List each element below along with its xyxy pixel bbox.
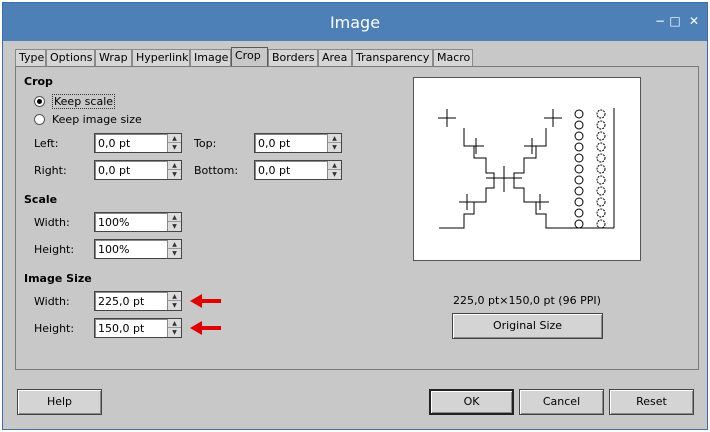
image-width-field[interactable]: 225,0 pt ▲ ▼ — [94, 291, 182, 311]
bottom-crop-value: 0,0 pt — [258, 164, 291, 177]
left-crop-value: 0,0 pt — [98, 137, 131, 150]
scale-width-field[interactable]: 100% ▲ ▼ — [94, 212, 182, 232]
spin-down-icon[interactable]: ▼ — [168, 301, 181, 310]
cancel-button[interactable]: Cancel — [519, 389, 604, 415]
right-crop-stepper[interactable]: ▲ ▼ — [167, 161, 181, 179]
tab-area[interactable]: Area — [318, 49, 352, 67]
tab-image[interactable]: Image — [190, 49, 231, 67]
keep-image-size-radio[interactable] — [34, 114, 45, 125]
right-crop-value: 0,0 pt — [98, 164, 131, 177]
image-height-field[interactable]: 150,0 pt ▲ ▼ — [94, 318, 182, 338]
bottom-crop-field[interactable]: 0,0 pt ▲ ▼ — [254, 160, 342, 180]
tab-options[interactable]: Options — [46, 49, 95, 67]
maximize-icon[interactable]: □ — [668, 14, 682, 28]
original-size-button[interactable]: Original Size — [452, 313, 603, 339]
spin-up-icon[interactable]: ▲ — [168, 213, 181, 222]
scale-height-stepper[interactable]: ▲ ▼ — [167, 240, 181, 258]
tab-crop[interactable]: Crop — [231, 47, 268, 68]
image-height-stepper[interactable]: ▲ ▼ — [167, 319, 181, 337]
left-crop-field[interactable]: 0,0 pt ▲ ▼ — [94, 133, 182, 153]
spin-up-icon[interactable]: ▲ — [168, 240, 181, 249]
scale-height-value: 100% — [98, 243, 130, 256]
image-width-stepper[interactable]: ▲ ▼ — [167, 292, 181, 310]
reset-button[interactable]: Reset — [609, 389, 694, 415]
spin-up-icon[interactable]: ▲ — [168, 292, 181, 301]
spin-down-icon[interactable]: ▼ — [328, 143, 341, 152]
keep-image-size-label[interactable]: Keep image size — [52, 113, 142, 126]
keep-scale-radio[interactable] — [34, 96, 45, 107]
preview-graphic — [438, 108, 615, 229]
tab-hyperlink[interactable]: Hyperlink — [132, 49, 190, 67]
window-title: Image — [329, 13, 381, 32]
spin-up-icon[interactable]: ▲ — [328, 161, 341, 170]
image-preview — [413, 77, 641, 261]
keep-scale-label[interactable]: Keep scale — [52, 94, 116, 109]
right-label: Right: — [34, 164, 67, 177]
image-height-value: 150,0 pt — [98, 322, 145, 335]
title-bar[interactable]: Image − □ ✕ — [3, 3, 707, 41]
spin-down-icon[interactable]: ▼ — [328, 170, 341, 179]
spin-down-icon[interactable]: ▼ — [168, 143, 181, 152]
tab-macro[interactable]: Macro — [433, 49, 473, 67]
help-button[interactable]: Help — [17, 389, 102, 415]
bottom-label: Bottom: — [194, 164, 239, 177]
original-size-text: 225,0 pt×150,0 pt (96 PPI) — [453, 294, 601, 307]
tab-borders[interactable]: Borders — [268, 49, 318, 67]
spin-down-icon[interactable]: ▼ — [168, 249, 181, 258]
top-crop-stepper[interactable]: ▲ ▼ — [327, 134, 341, 152]
spin-down-icon[interactable]: ▼ — [168, 328, 181, 337]
close-icon[interactable]: ✕ — [687, 14, 701, 28]
spin-up-icon[interactable]: ▲ — [168, 134, 181, 143]
right-crop-field[interactable]: 0,0 pt ▲ ▼ — [94, 160, 182, 180]
crop-panel: Crop Keep scale Keep image size Left: 0,… — [15, 66, 699, 370]
ok-button[interactable]: OK — [429, 389, 514, 415]
scale-heading: Scale — [24, 193, 58, 206]
left-crop-stepper[interactable]: ▲ ▼ — [167, 134, 181, 152]
scale-width-stepper[interactable]: ▲ ▼ — [167, 213, 181, 231]
tab-wrap[interactable]: Wrap — [95, 49, 132, 67]
top-crop-field[interactable]: 0,0 pt ▲ ▼ — [254, 133, 342, 153]
spin-down-icon[interactable]: ▼ — [168, 222, 181, 231]
spin-down-icon[interactable]: ▼ — [168, 170, 181, 179]
scale-height-label: Height: — [34, 243, 75, 256]
image-width-label: Width: — [34, 295, 70, 308]
bottom-crop-stepper[interactable]: ▲ ▼ — [327, 161, 341, 179]
image-dialog: Image − □ ✕ Type Options Wrap Hyperlink … — [2, 2, 708, 430]
scale-width-label: Width: — [34, 216, 70, 229]
spin-up-icon[interactable]: ▲ — [328, 134, 341, 143]
scale-height-field[interactable]: 100% ▲ ▼ — [94, 239, 182, 259]
image-width-value: 225,0 pt — [98, 295, 145, 308]
tab-transparency[interactable]: Transparency — [352, 49, 433, 67]
image-height-label: Height: — [34, 322, 75, 335]
image-size-heading: Image Size — [24, 272, 92, 285]
left-label: Left: — [34, 137, 59, 150]
red-arrow-icon — [190, 321, 221, 335]
spin-up-icon[interactable]: ▲ — [168, 161, 181, 170]
spin-up-icon[interactable]: ▲ — [168, 319, 181, 328]
scale-width-value: 100% — [98, 216, 130, 229]
red-arrow-icon — [190, 294, 221, 308]
crop-heading: Crop — [24, 75, 53, 88]
tab-type[interactable]: Type — [15, 49, 46, 67]
top-label: Top: — [194, 137, 217, 150]
top-crop-value: 0,0 pt — [258, 137, 291, 150]
minimize-icon[interactable]: − — [653, 14, 667, 28]
